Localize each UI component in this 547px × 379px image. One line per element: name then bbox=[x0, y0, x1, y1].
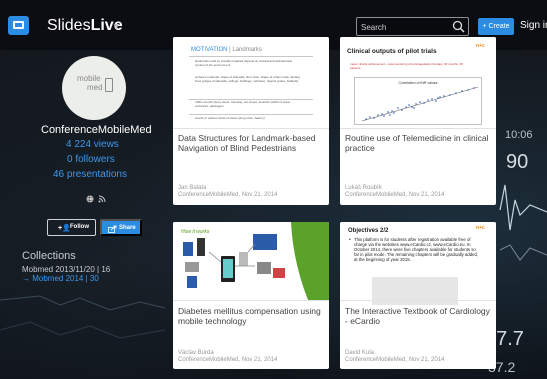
views-count[interactable]: 4 224 views bbox=[66, 139, 119, 150]
presentation-meta: ConferenceMobileMed, Nov 21, 2014 bbox=[178, 357, 278, 363]
slide-heading-a: MOTIVATION bbox=[191, 47, 228, 53]
slide-thumbnail[interactable]: n+c Objectives 2/2 • This platform is fo… bbox=[340, 222, 496, 305]
phone-icon bbox=[105, 78, 113, 92]
slide-text: traffic sounds (busy street, tramway, ca… bbox=[195, 100, 291, 108]
create-button[interactable]: + Create bbox=[478, 18, 514, 35]
card-divider bbox=[173, 128, 329, 129]
search-box bbox=[356, 17, 469, 36]
slide-text: surfaces (material, shape of sidewalk, f… bbox=[195, 75, 300, 83]
slide-heading: Clinical outputs of pilot trials bbox=[347, 48, 437, 55]
slide-thumbnail[interactable]: n+c Clinical outputs of pilot trials maj… bbox=[340, 37, 496, 128]
slide-rule bbox=[189, 56, 313, 57]
chevron-down-icon[interactable]: ▼ bbox=[112, 21, 121, 31]
presentation-author[interactable]: Lukáš Roubík bbox=[345, 185, 382, 191]
presentation-card[interactable]: How it works Diabetes mellitus compensat… bbox=[173, 222, 329, 369]
presentation-card[interactable]: n+c Clinical outputs of pilot trials maj… bbox=[340, 37, 496, 205]
slide-text: major clinical achievement – telemonitor… bbox=[350, 62, 464, 70]
presentations-count[interactable]: 46 presentations bbox=[53, 169, 127, 180]
presentation-author[interactable]: Jan Balata bbox=[178, 185, 206, 191]
follow-label: Follow bbox=[70, 224, 89, 230]
card-divider bbox=[340, 128, 496, 129]
collection-item[interactable]: Mobmed 2013/11/20 | 16 bbox=[22, 265, 110, 274]
avatar-text-line1: mobile bbox=[77, 74, 101, 83]
rss-icon[interactable] bbox=[98, 195, 106, 203]
slide-text: landmarks used by visually impaired depe… bbox=[195, 59, 292, 67]
avatar: mobile med bbox=[62, 56, 126, 120]
share-button[interactable]: Share bbox=[100, 219, 142, 236]
sign-in-link[interactable]: Sign in bbox=[520, 20, 547, 31]
slide-thumbnail[interactable]: How it works bbox=[173, 222, 329, 300]
card-divider bbox=[340, 300, 496, 301]
presentation-author[interactable]: David Kula bbox=[345, 350, 374, 356]
add-user-icon: +👤 bbox=[58, 225, 71, 232]
profile-name: ConferenceMobileMed bbox=[41, 124, 152, 136]
search-input[interactable] bbox=[361, 20, 449, 34]
presentation-title[interactable]: Diabetes mellitus compensation using mob… bbox=[178, 306, 326, 326]
presentation-title[interactable]: The Interactive Textbook of Cardiology -… bbox=[345, 306, 493, 326]
slide-logo: n+c bbox=[476, 225, 485, 231]
slide-text: scents of various kinds of stores (drug … bbox=[195, 116, 265, 120]
slide-heading: MOTIVATION | Landmarks bbox=[191, 47, 262, 53]
globe-icon[interactable] bbox=[86, 195, 94, 203]
presentation-card[interactable]: MOTIVATION | Landmarks landmarks used by… bbox=[173, 37, 329, 205]
brand-prefix: Slides bbox=[47, 17, 91, 34]
collections-heading: Collections bbox=[22, 250, 76, 262]
slide-rule bbox=[189, 114, 313, 115]
share-icon bbox=[108, 225, 117, 233]
presentation-meta: ConferenceMobileMed, Nov 21, 2014 bbox=[178, 192, 278, 198]
slide-heading: How it works bbox=[181, 229, 210, 235]
slide-heading-b: | Landmarks bbox=[229, 47, 263, 53]
presentation-card[interactable]: n+c Objectives 2/2 • This platform is fo… bbox=[340, 222, 496, 369]
bullet-icon: • bbox=[349, 237, 351, 243]
collection-item-active[interactable]: → Mobmed 2014 | 30 bbox=[22, 274, 99, 283]
presentation-meta: ConferenceMobileMed, Nov 21, 2014 bbox=[345, 357, 445, 363]
share-label: Share bbox=[119, 225, 136, 231]
presentation-title[interactable]: Routine use of Telemedicine in clinical … bbox=[345, 133, 493, 153]
background-number: 10:06 bbox=[505, 129, 533, 141]
slideslive-logo-icon[interactable] bbox=[8, 16, 29, 35]
slide-chart-title: Correlation of INR values bbox=[398, 81, 437, 85]
card-divider bbox=[173, 300, 329, 301]
followers-count[interactable]: 0 followers bbox=[67, 154, 115, 165]
presentation-meta: ConferenceMobileMed, Nov 21, 2014 bbox=[345, 192, 445, 198]
follow-button[interactable]: +👤 Follow bbox=[47, 219, 96, 236]
slide-heading: Objectives 2/2 bbox=[348, 228, 389, 234]
presentation-author[interactable]: Václav Burda bbox=[178, 350, 214, 356]
slide-thumbnail[interactable]: MOTIVATION | Landmarks landmarks used by… bbox=[173, 37, 329, 128]
slide-text: This platform is for students after regi… bbox=[354, 237, 479, 262]
search-icon[interactable] bbox=[452, 20, 465, 33]
presentation-title[interactable]: Data Structures for Landmark-based Navig… bbox=[178, 133, 326, 153]
slide-logo: n+c bbox=[476, 43, 485, 49]
background-number: 90 bbox=[506, 151, 528, 173]
slide-scatter-chart: Correlation of INR values bbox=[354, 77, 482, 125]
avatar-text-line2: med bbox=[87, 83, 103, 92]
